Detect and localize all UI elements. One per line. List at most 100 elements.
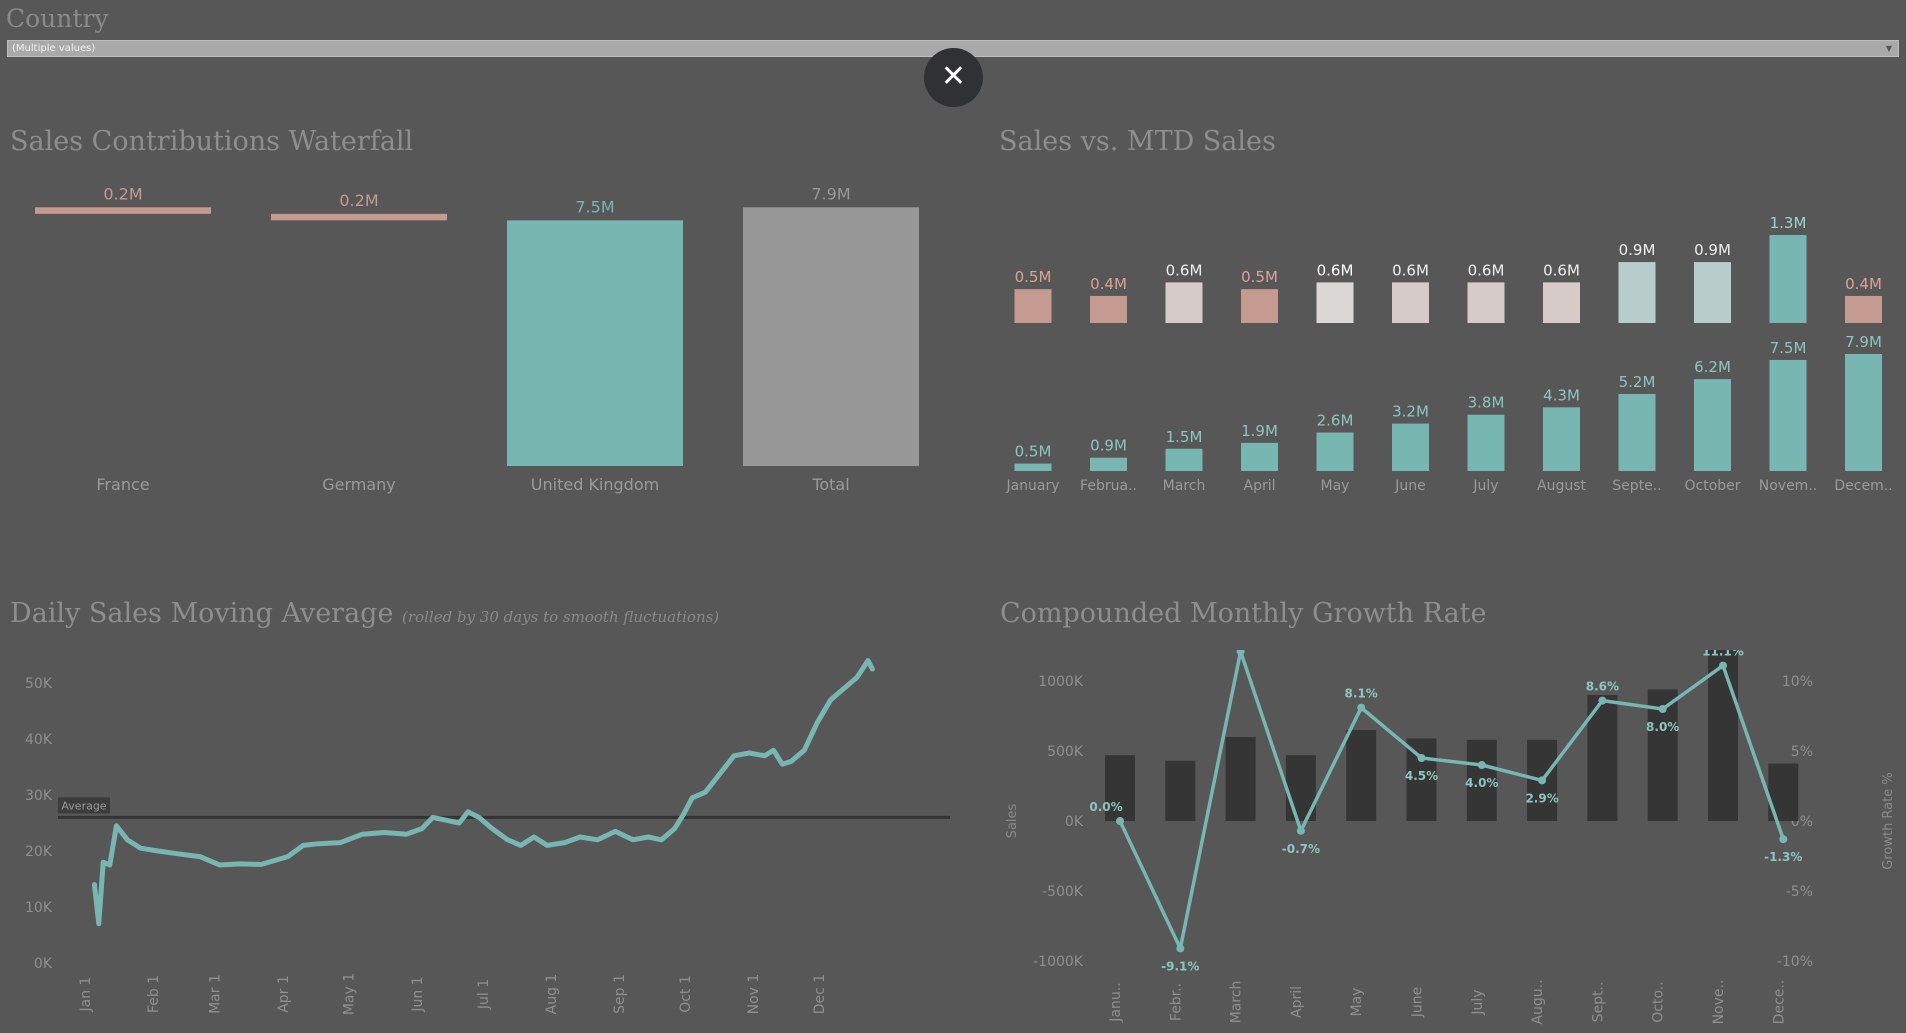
waterfall-category-label: France bbox=[96, 475, 149, 494]
mtd-sales-bar bbox=[1694, 379, 1731, 471]
growth-month-axis-label: Janu.. bbox=[1108, 982, 1124, 1022]
mtd-sales-bar bbox=[1769, 359, 1807, 471]
growth-rate-point bbox=[1598, 696, 1607, 705]
growth-rate-y-tick: 10% bbox=[1782, 674, 1813, 690]
moving-average-x-tick: Jan 1 bbox=[78, 977, 94, 1013]
monthly-sales-label: 0.9M bbox=[1619, 241, 1656, 259]
waterfall-data-label: 7.9M bbox=[811, 184, 850, 203]
growth-month-axis-label: June bbox=[1410, 987, 1426, 1019]
growth-sales-y-tick: 0K bbox=[1065, 814, 1084, 830]
monthly-sales-label: 0.5M bbox=[1015, 268, 1052, 286]
growth-sales-bar bbox=[1225, 737, 1256, 821]
month-axis-label: Septe.. bbox=[1612, 478, 1661, 494]
moving-average-x-tick: Sep 1 bbox=[612, 974, 628, 1014]
moving-average-x-tick: Mar 1 bbox=[208, 974, 224, 1014]
growth-sales-y-tick: -500K bbox=[1042, 884, 1084, 900]
month-axis-label: Decem.. bbox=[1834, 478, 1892, 494]
waterfall-bar bbox=[271, 213, 447, 221]
growth-month-axis-label: Nove.. bbox=[1711, 980, 1727, 1025]
monthly-sales-label: 0.5M bbox=[1241, 268, 1278, 286]
moving-average-y-tick: 40K bbox=[25, 732, 53, 748]
growth-rate-label: -9.1% bbox=[1161, 959, 1199, 973]
moving-average-x-tick: May 1 bbox=[342, 973, 358, 1015]
growth-month-axis-label: July bbox=[1470, 989, 1486, 1015]
monthly-sales-bar bbox=[1090, 295, 1127, 323]
mtd-chart: 0.5M 0.5M January 0.4M 0.9M Februa.. 0.6M 1.5M M… bbox=[1005, 214, 1892, 494]
moving-average-y-tick: 10K bbox=[25, 900, 53, 916]
growth-sales-y-tick: 500K bbox=[1047, 744, 1084, 760]
monthly-sales-bar bbox=[1845, 295, 1882, 323]
waterfall-bar bbox=[35, 207, 211, 214]
waterfall-chart: 0.2M France 0.2M Germany 7.5M United Kingdom 7… bbox=[35, 184, 919, 494]
growth-rate-label: 8.1% bbox=[1345, 687, 1378, 701]
growth-rate-label: 0.0% bbox=[1089, 800, 1122, 814]
mtd-sales-bar bbox=[1845, 354, 1882, 471]
growth-sales-bar bbox=[1708, 650, 1738, 821]
month-axis-label: March bbox=[1163, 478, 1206, 494]
close-button[interactable]: ✕ bbox=[924, 48, 983, 107]
mtd-sales-bar bbox=[1241, 442, 1278, 471]
waterfall-title: Sales Contributions Waterfall bbox=[10, 126, 414, 157]
monthly-sales-bar bbox=[1618, 262, 1656, 323]
month-axis-label: August bbox=[1537, 478, 1587, 494]
mtd-sales-label: 0.9M bbox=[1090, 437, 1127, 455]
monthly-sales-label: 0.6M bbox=[1317, 261, 1354, 279]
monthly-sales-bar bbox=[1392, 282, 1429, 323]
growth-rate-point bbox=[1296, 826, 1305, 835]
mtd-sales-bar bbox=[1392, 423, 1429, 471]
mtd-sales-bar bbox=[1618, 393, 1656, 471]
month-axis-label: April bbox=[1244, 478, 1276, 494]
moving-average-subtitle: (rolled by 30 days to smooth fluctuation… bbox=[402, 608, 720, 626]
growth-month-axis-label: March bbox=[1229, 981, 1245, 1024]
growth-rate-y-tick: -10% bbox=[1777, 954, 1813, 970]
monthly-sales-label: 0.9M bbox=[1694, 241, 1731, 259]
mtd-sales-bar bbox=[1165, 448, 1203, 471]
growth-rate-label: 4.5% bbox=[1405, 769, 1438, 783]
growth-sales-y-tick: -1000K bbox=[1033, 954, 1084, 970]
monthly-sales-label: 0.6M bbox=[1392, 261, 1429, 279]
moving-average-x-tick: Apr 1 bbox=[276, 975, 292, 1013]
moving-average-line bbox=[91, 658, 875, 927]
growth-rate-point bbox=[1417, 754, 1426, 762]
waterfall-data-label: 0.2M bbox=[339, 191, 378, 210]
moving-average-x-tick: Jun 1 bbox=[410, 976, 426, 1012]
monthly-sales-label: 0.6M bbox=[1468, 261, 1505, 279]
growth-rate-title: Compounded Monthly Growth Rate bbox=[1000, 598, 1487, 629]
growth-rate-label: 2.9% bbox=[1525, 791, 1558, 805]
monthly-sales-bar bbox=[1316, 282, 1354, 323]
moving-average-title: Daily Sales Moving Average (rolled by 30… bbox=[10, 598, 719, 629]
growth-sales-axis-label: Sales bbox=[1005, 803, 1020, 838]
mtd-sales-label: 4.3M bbox=[1543, 386, 1580, 404]
mtd-sales-label: 5.2M bbox=[1619, 373, 1656, 391]
growth-sales-bar bbox=[1165, 760, 1196, 821]
growth-rate-label: 8.0% bbox=[1646, 720, 1679, 734]
mtd-sales-bar bbox=[1090, 457, 1127, 471]
month-axis-label: January bbox=[1005, 478, 1059, 494]
mtd-sales-label: 1.5M bbox=[1166, 428, 1203, 446]
growth-month-axis-label: Febr.. bbox=[1168, 983, 1184, 1021]
growth-month-axis-label: April bbox=[1289, 986, 1305, 1018]
dropdown-arrow-icon[interactable]: ▼ bbox=[1886, 41, 1892, 56]
growth-month-axis-label: Dece.. bbox=[1771, 980, 1787, 1025]
mtd-sales-label: 0.5M bbox=[1015, 443, 1052, 461]
mtd-sales-bar bbox=[1316, 432, 1354, 471]
month-axis-label: October bbox=[1684, 478, 1740, 494]
monthly-sales-bar bbox=[1694, 262, 1731, 323]
growth-rate-point bbox=[1779, 835, 1788, 844]
monthly-sales-bar bbox=[1769, 235, 1807, 323]
moving-average-chart: 0K 10K 20K 30K 40K 50K Jan 1 Feb 1 Mar 1 Apr 1 May… bbox=[25, 658, 950, 1015]
growth-rate-axis-label: Growth Rate % bbox=[1881, 772, 1896, 869]
month-axis-label: July bbox=[1472, 478, 1498, 494]
waterfall-bar bbox=[507, 220, 683, 466]
average-label: Average bbox=[61, 799, 106, 812]
growth-rate-line bbox=[1118, 650, 1785, 951]
growth-month-axis-label: Augu.. bbox=[1530, 979, 1546, 1024]
moving-average-x-tick: Dec 1 bbox=[812, 974, 828, 1014]
moving-average-y-tick: 20K bbox=[25, 844, 53, 860]
monthly-sales-label: 0.4M bbox=[1845, 275, 1882, 293]
mtd-sales-label: 2.6M bbox=[1317, 411, 1354, 429]
mtd-sales-label: 3.2M bbox=[1392, 403, 1429, 421]
mtd-sales-bar bbox=[1543, 407, 1580, 471]
waterfall-category-label: United Kingdom bbox=[531, 475, 659, 494]
growth-month-axis-label: May bbox=[1349, 988, 1365, 1017]
